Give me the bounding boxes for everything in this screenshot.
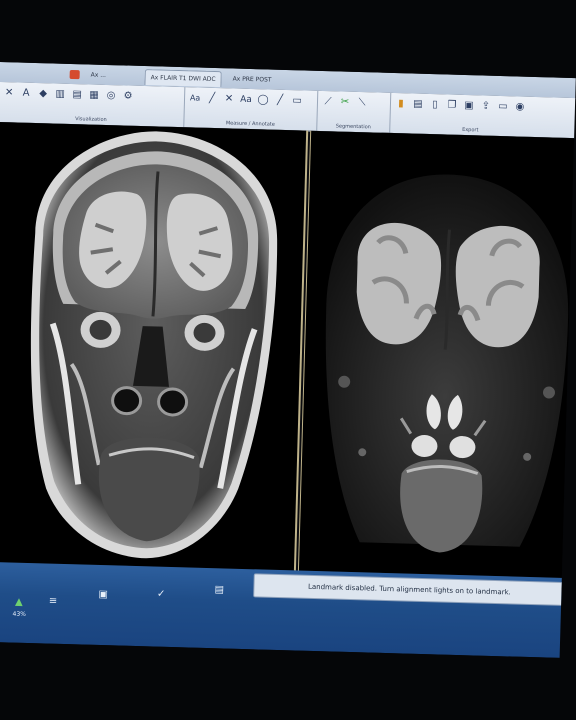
text-icon[interactable]: A [20, 87, 32, 101]
checkmark-icon[interactable]: ✓ [155, 589, 167, 601]
flair-mri-image [325, 174, 569, 553]
screenshot-icon[interactable]: ▣ [97, 589, 109, 601]
annotate-text-icon[interactable]: Aa [189, 91, 201, 105]
export-icon[interactable]: ⇪ [480, 99, 492, 113]
window-level-icon[interactable]: ◆ [37, 87, 49, 101]
tab-series-3[interactable]: Ax PRE POST [227, 71, 276, 87]
brush-icon[interactable]: ⟍ [356, 96, 368, 110]
toolbar-group-visualization: ✕ A ◆ ▥ ▤ ▦ ◎ ⚙ Visualization [0, 81, 186, 128]
group-caption: Segmentation [335, 123, 371, 131]
grid-icon[interactable]: ▦ [88, 88, 100, 102]
document-icon[interactable]: ▯ [429, 98, 441, 112]
toolbar-group-measure: Aa ╱ ✕ Aa ◯ ╱ ▭ Measure / Annotate [184, 87, 319, 131]
menu-icon[interactable]: ▤ [213, 584, 225, 596]
status-bar: 19 ▲ 43% ≡ ▣ ✓ ▤ Landmark disabled. Turn… [0, 561, 576, 658]
angle-icon[interactable]: ✕ [223, 92, 235, 106]
film-icon[interactable]: ▭ [497, 100, 509, 114]
view-icon[interactable]: ◎ [105, 89, 117, 103]
wand-icon[interactable]: ⟋ [322, 95, 334, 109]
label-icon[interactable]: ▭ [291, 94, 303, 108]
scissors-icon[interactable]: ✂ [339, 95, 351, 109]
chart-icon[interactable]: ▮ [395, 97, 407, 111]
print-icon[interactable]: ▤ [412, 98, 424, 112]
layout-icon[interactable]: ▥ [54, 88, 66, 102]
ruler-icon[interactable]: ╱ [206, 92, 218, 106]
tab-series-1[interactable]: Ax ... [85, 67, 111, 83]
ellipse-roi-icon[interactable]: ◯ [257, 93, 269, 107]
book-icon[interactable]: ▤ [71, 88, 83, 102]
line-icon[interactable]: ╱ [274, 94, 286, 108]
settings-icon[interactable]: ⚙ [122, 89, 134, 103]
app-logo-icon [69, 69, 80, 80]
monitor-screen: Ax ... Ax FLAIR T1 DWI ADC Ax PRE POST ✕… [0, 62, 576, 658]
t1-mri-image [30, 131, 278, 559]
toolbar-group-segmentation: ⟋ ✂ ⟍ Segmentation [317, 90, 392, 133]
viewport-coronal-t1[interactable] [0, 121, 309, 571]
viewport-coronal-flair[interactable] [297, 130, 576, 579]
copy-icon[interactable]: ❐ [446, 98, 458, 112]
signal-icon: ▲ [14, 596, 23, 608]
camera-icon[interactable]: ◉ [514, 100, 526, 114]
layers-icon[interactable]: ≡ [47, 596, 59, 608]
status-message: Landmark disabled. Turn alignment lights… [253, 573, 566, 606]
tab-series-2[interactable]: Ax FLAIR T1 DWI ADC [144, 69, 222, 88]
annotate-text-large-icon[interactable]: Aa [240, 93, 252, 107]
toolbar-group-export: ▮ ▤ ▯ ❐ ▣ ⇪ ▭ ◉ Export [390, 93, 551, 137]
battery-percent: 43% [12, 610, 27, 618]
save-icon[interactable]: ▣ [463, 99, 475, 113]
crosshair-icon[interactable]: ✕ [3, 86, 15, 100]
